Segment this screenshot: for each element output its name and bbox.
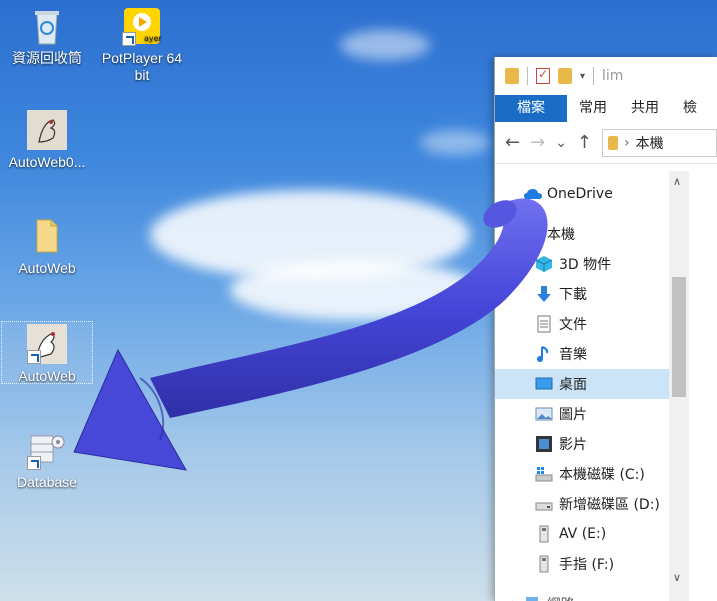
arrow-annotation-icon <box>73 198 548 471</box>
